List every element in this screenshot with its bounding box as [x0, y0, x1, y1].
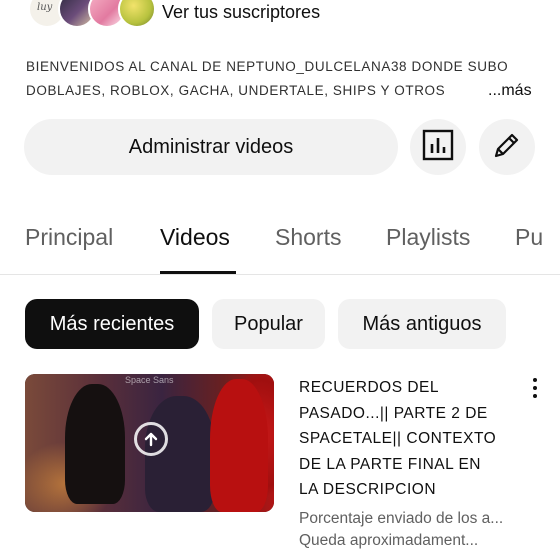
view-subscribers-link[interactable]: Ver tus suscriptores	[162, 2, 320, 23]
upload-arrow-icon	[134, 422, 168, 456]
manage-videos-button[interactable]: Administrar videos	[24, 119, 398, 175]
chip-popular[interactable]: Popular	[212, 299, 325, 349]
active-tab-indicator	[160, 271, 236, 274]
video-title-line: RECUERDOS DEL	[299, 379, 439, 396]
channel-tabs: Principal Videos Shorts Playlists Pu	[0, 210, 560, 275]
video-title-line: SPACETALE|| CONTEXTO	[299, 430, 497, 448]
pencil-icon	[491, 129, 523, 166]
tab-overflow[interactable]: Pu	[515, 224, 543, 251]
avatar	[118, 0, 156, 28]
subscribers-row[interactable]: luy Ver tus suscriptores	[0, 0, 560, 30]
tab-shorts[interactable]: Shorts	[275, 224, 341, 251]
more-link[interactable]: ...más	[472, 79, 532, 103]
video-title-line: PASADO...|| PARTE 2 DE	[299, 404, 488, 422]
description-line: DOBLAJES, ROBLOX, GACHA, UNDERTALE, SHIP…	[26, 83, 446, 98]
description-line: BIENVENIDOS AL CANAL DE NEPTUNO_DULCELAN…	[26, 59, 509, 74]
subscriber-avatars: luy	[28, 0, 156, 28]
upload-status: Porcentaje enviado de los a... Queda apr…	[299, 508, 549, 552]
video-thumbnail[interactable]: Space Sans	[25, 374, 274, 512]
avatar-scribble: luy	[37, 2, 53, 13]
edit-channel-button[interactable]	[479, 119, 535, 175]
tab-videos[interactable]: Videos	[160, 224, 230, 251]
thumbnail-caption: Space Sans	[125, 375, 174, 385]
video-title[interactable]: RECUERDOS DEL PASADO...|| PARTE 2 DE SPA…	[299, 375, 519, 503]
channel-description[interactable]: BIENVENIDOS AL CANAL DE NEPTUNO_DULCELAN…	[26, 55, 536, 103]
description-line-2: DOBLAJES, ROBLOX, GACHA, UNDERTALE, SHIP…	[26, 79, 536, 103]
upload-status-line: Porcentaje enviado de los a...	[299, 510, 504, 527]
video-title-line: LA DESCRIPCION	[299, 481, 437, 499]
chip-most-recent[interactable]: Más recientes	[25, 299, 199, 349]
analytics-button[interactable]	[410, 119, 466, 175]
more-vertical-icon[interactable]	[525, 376, 545, 400]
bar-chart-icon	[421, 128, 455, 167]
video-title-line: DE LA PARTE FINAL EN	[299, 455, 481, 473]
tab-principal[interactable]: Principal	[25, 224, 113, 251]
upload-status-line: Queda aproximadament...	[299, 532, 479, 549]
channel-page: luy Ver tus suscriptores BIENVENIDOS AL …	[0, 0, 560, 560]
tab-playlists[interactable]: Playlists	[386, 224, 470, 251]
thumbnail-figure	[210, 379, 268, 512]
chip-oldest[interactable]: Más antiguos	[338, 299, 506, 349]
thumbnail-figure	[65, 384, 125, 504]
